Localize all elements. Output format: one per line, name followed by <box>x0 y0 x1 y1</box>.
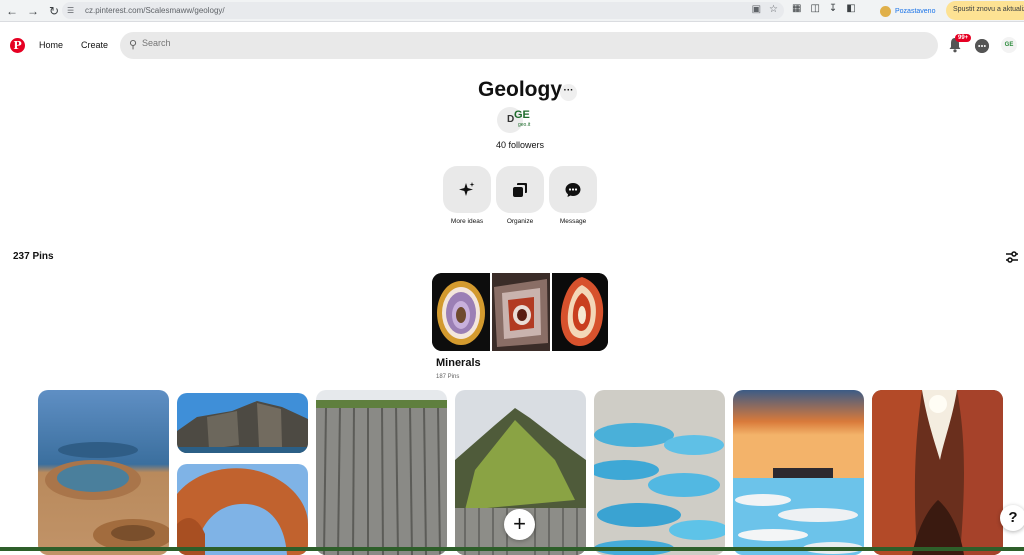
notifications-badge: 99+ <box>955 34 972 42</box>
pin-card[interactable] <box>177 464 308 555</box>
search-icon: ⚲ <box>129 39 138 51</box>
more-ideas-label: More ideas <box>450 218 484 225</box>
message-button[interactable]: Message <box>549 166 597 225</box>
nav-create-link[interactable]: Create <box>81 40 108 50</box>
browser-toolbar: ← → ↻ ☰ cz.pinterest.com/Scalesmaww/geol… <box>0 0 1024 22</box>
update-button[interactable]: Spustit znovu a aktualizovat <box>946 1 1024 20</box>
pin-image <box>316 390 447 555</box>
bookmark-star-icon[interactable]: ☆ <box>769 4 778 15</box>
sidepanel-icon[interactable]: ◧ <box>846 3 855 14</box>
message-icon <box>565 182 581 197</box>
pin-image <box>872 390 1003 555</box>
taskbar-strip <box>0 547 1024 551</box>
pin-card[interactable] <box>177 393 308 453</box>
board-owner-avatar[interactable]: D GE geo.it <box>497 106 543 134</box>
section-thumbnail <box>492 273 550 351</box>
forward-icon[interactable]: → <box>24 2 42 20</box>
pins-count: 237 Pins <box>13 251 54 262</box>
pin-image <box>38 390 169 555</box>
messages-icon[interactable] <box>975 39 989 53</box>
profile-button[interactable]: Pozastaveno <box>880 3 935 19</box>
followers-count[interactable]: 40 followers <box>0 140 1024 150</box>
pin-image <box>594 390 725 555</box>
filter-icon[interactable] <box>1005 250 1019 264</box>
section-pin-count: 187 Pins <box>436 374 460 380</box>
install-icon[interactable]: ▣ <box>752 4 761 15</box>
section-thumbnail <box>552 273 608 351</box>
section-title[interactable]: Minerals <box>436 357 481 369</box>
reload-icon[interactable]: ↻ <box>45 2 63 20</box>
profile-label: Pozastaveno <box>895 7 936 15</box>
address-bar[interactable]: ☰ cz.pinterest.com/Scalesmaww/geology/ ▣… <box>62 2 784 19</box>
pin-image <box>733 390 864 555</box>
owner-logo-sub: geo.it <box>518 122 531 128</box>
section-card-minerals[interactable] <box>432 273 608 351</box>
pin-card[interactable] <box>733 390 864 555</box>
pin-card[interactable] <box>316 390 447 555</box>
section-thumbnail <box>432 273 490 351</box>
message-label: Message <box>559 218 587 225</box>
back-icon[interactable]: ← <box>3 2 21 20</box>
pinterest-logo-icon[interactable]: P <box>10 38 25 53</box>
board-more-button[interactable]: ··· <box>560 84 577 101</box>
search-input[interactable] <box>142 38 842 48</box>
board-title: Geology <box>477 78 562 101</box>
extension-icon[interactable]: ▦ <box>792 3 801 14</box>
site-header: P Home Create ⚲ 99+ GE <box>0 24 1024 68</box>
organize-label: Organize <box>506 218 534 225</box>
help-button[interactable]: ? <box>1000 505 1024 531</box>
organize-button[interactable]: Organize <box>496 166 544 225</box>
pin-image <box>177 393 308 453</box>
pin-card[interactable] <box>872 390 1003 555</box>
puzzle-icon[interactable]: ◫ <box>810 3 819 14</box>
nav-home-link[interactable]: Home <box>39 40 63 50</box>
search-bar[interactable]: ⚲ <box>120 32 938 59</box>
download-icon[interactable]: ↧ <box>829 3 837 14</box>
profile-avatar-icon <box>880 5 891 17</box>
pin-image <box>177 464 308 555</box>
organize-icon <box>513 182 527 197</box>
site-info-icon[interactable]: ☰ <box>67 6 81 15</box>
user-avatar[interactable]: GE <box>1001 37 1017 53</box>
pin-card[interactable] <box>38 390 169 555</box>
pin-card[interactable] <box>594 390 725 555</box>
url-text: cz.pinterest.com/Scalesmaww/geology/ <box>85 6 225 15</box>
create-pin-button[interactable]: + <box>504 509 535 540</box>
more-ideas-button[interactable]: More ideas <box>443 166 491 225</box>
owner-logo-text: GE <box>514 109 530 121</box>
sparkle-icon <box>459 181 475 196</box>
